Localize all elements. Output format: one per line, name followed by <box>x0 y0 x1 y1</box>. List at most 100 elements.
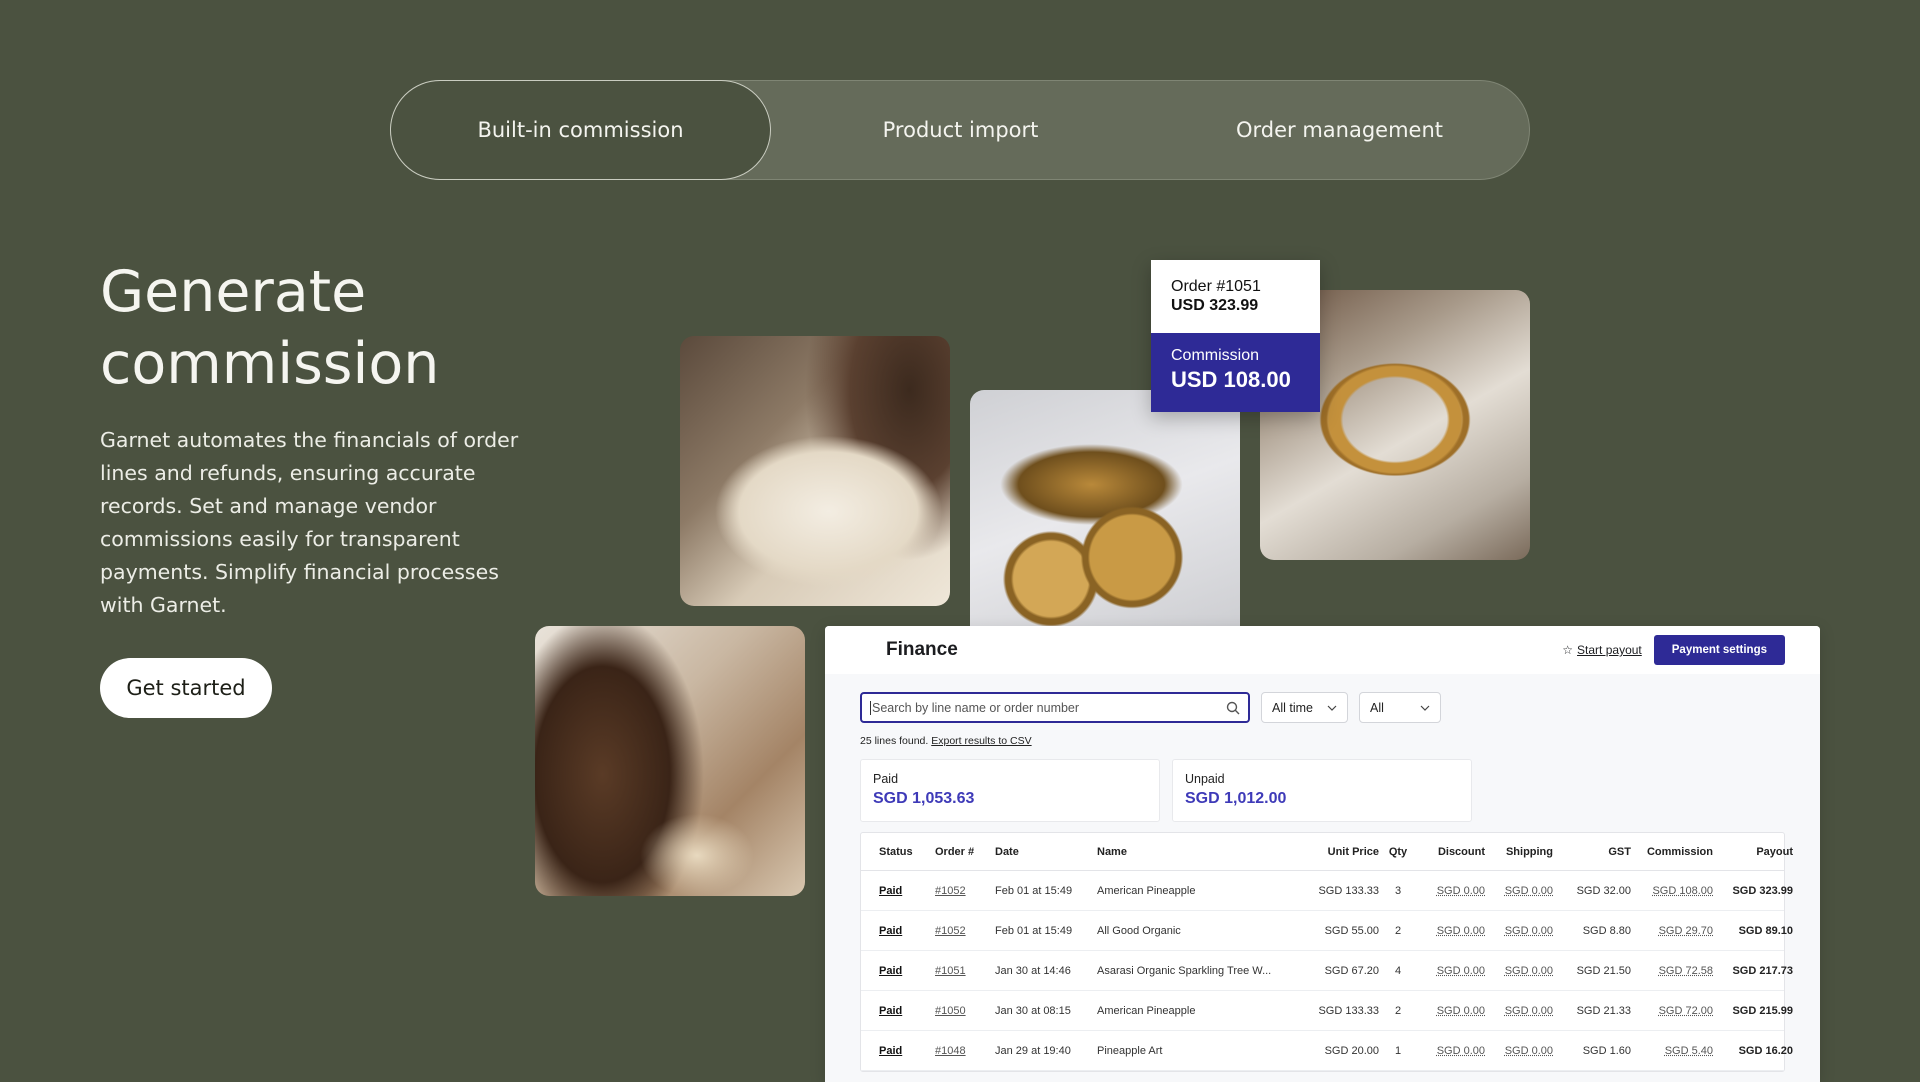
unit-price-cell: SGD 133.33 <box>1318 884 1379 897</box>
time-filter-value: All time <box>1272 700 1313 715</box>
shipping-cell: SGD 0.00 <box>1504 964 1553 977</box>
start-payout-button[interactable]: ☆ Start payout <box>1562 643 1641 657</box>
search-icon <box>1226 701 1240 714</box>
order-link[interactable]: #1050 <box>935 1005 995 1017</box>
finance-title: Finance <box>886 639 958 660</box>
tab-built-in-commission[interactable]: Built-in commission <box>390 80 771 180</box>
status-link[interactable]: Paid <box>879 965 935 977</box>
discount-cell: SGD 0.00 <box>1436 964 1485 977</box>
order-link[interactable]: #1051 <box>935 965 995 977</box>
feature-tabs: Built-in commission Product import Order… <box>390 80 1530 180</box>
paid-label: Paid <box>873 772 899 786</box>
order-link[interactable]: #1048 <box>935 1045 995 1057</box>
hero-title: Generate commission <box>100 259 440 397</box>
start-payout-label: Start payout <box>1577 643 1642 657</box>
stat-cards: Paid SGD 1,053.63 Unpaid SGD 1,012.00 <box>860 759 1785 822</box>
discount-cell: SGD 0.00 <box>1436 1004 1485 1017</box>
discount-cell: SGD 0.00 <box>1436 884 1485 897</box>
order-link[interactable]: #1052 <box>935 925 995 937</box>
time-filter-select[interactable]: All time <box>1261 692 1348 723</box>
column-header-qty: Qty <box>1388 845 1408 858</box>
status-link[interactable]: Paid <box>879 1005 935 1017</box>
column-header-status: Status <box>879 845 913 858</box>
tab-product-import[interactable]: Product import <box>771 81 1150 179</box>
table-row[interactable]: Paid #1050 Jan 30 at 08:15 American Pine… <box>861 991 1793 1031</box>
page: Built-in commission Product import Order… <box>0 0 1920 1082</box>
gst-cell: SGD 8.80 <box>1582 924 1631 937</box>
column-header-date: Date <box>995 845 1019 858</box>
qty-cell: 3 <box>1394 884 1402 897</box>
payment-settings-button[interactable]: Payment settings <box>1653 635 1785 665</box>
commission-value: USD 108.00 <box>1171 367 1291 392</box>
unit-price-cell: SGD 55.00 <box>1324 924 1379 937</box>
name-cell: American Pineapple <box>1097 884 1196 897</box>
date-cell: Feb 01 at 15:49 <box>995 924 1073 937</box>
unpaid-stat-card: Unpaid SGD 1,012.00 <box>1172 759 1472 822</box>
finance-actions: ☆ Start payout Payment settings <box>1562 635 1785 665</box>
status-filter-select[interactable]: All <box>1359 692 1441 723</box>
payout-cell: SGD 217.73 <box>1732 964 1793 977</box>
search-input[interactable]: Search by line name or order number <box>860 692 1250 723</box>
gst-cell: SGD 1.60 <box>1582 1044 1631 1057</box>
star-icon: ☆ <box>1562 643 1574 657</box>
get-started-button[interactable]: Get started <box>100 658 272 718</box>
results-summary: 25 lines found. Export results to CSV <box>860 735 1785 747</box>
status-link[interactable]: Paid <box>879 925 935 937</box>
qty-cell: 2 <box>1394 924 1402 937</box>
paid-stat-card: Paid SGD 1,053.63 <box>860 759 1160 822</box>
results-count: 25 lines found. <box>860 735 929 747</box>
hero-description: Garnet automates the financials of order… <box>100 428 519 617</box>
order-commission-card: Order #1051 USD 323.99 Commission USD 10… <box>1151 260 1320 412</box>
column-header-order: Order # <box>935 845 975 858</box>
column-header-commission: Commission <box>1646 845 1713 858</box>
unpaid-label: Unpaid <box>1185 772 1225 786</box>
status-link[interactable]: Paid <box>879 1045 935 1057</box>
name-cell: Asarasi Organic Sparkling Tree W... <box>1097 964 1272 977</box>
commission-label: Commission <box>1171 347 1260 364</box>
table-row[interactable]: Paid #1052 Feb 01 at 15:49 American Pine… <box>861 871 1793 911</box>
date-cell: Jan 30 at 14:46 <box>995 964 1071 977</box>
shipping-cell: SGD 0.00 <box>1504 924 1553 937</box>
table-row[interactable]: Paid #1052 Feb 01 at 15:49 All Good Orga… <box>861 911 1793 951</box>
chevron-down-icon <box>1327 705 1337 711</box>
order-link[interactable]: #1052 <box>935 885 995 897</box>
order-summary: Order #1051 USD 323.99 <box>1151 260 1320 333</box>
date-cell: Jan 30 at 08:15 <box>995 1004 1071 1017</box>
order-total: USD 323.99 <box>1171 297 1259 314</box>
name-cell: Pineapple Art <box>1097 1044 1163 1057</box>
date-cell: Feb 01 at 15:49 <box>995 884 1073 897</box>
commission-cell: SGD 72.00 <box>1658 1004 1713 1017</box>
column-header-shipping: Shipping <box>1505 845 1553 858</box>
table-row[interactable]: Paid #1051 Jan 30 at 14:46 Asarasi Organ… <box>861 951 1793 991</box>
table-row[interactable]: Paid #1048 Jan 29 at 19:40 Pineapple Art… <box>861 1031 1793 1071</box>
payout-cell: SGD 89.10 <box>1738 924 1793 937</box>
commission-cell: SGD 5.40 <box>1664 1044 1713 1057</box>
shipping-cell: SGD 0.00 <box>1504 884 1553 897</box>
status-link[interactable]: Paid <box>879 885 935 897</box>
commission-cell: SGD 72.58 <box>1658 964 1713 977</box>
order-number: Order #1051 <box>1171 278 1261 295</box>
column-header-payout: Payout <box>1756 845 1793 858</box>
discount-cell: SGD 0.00 <box>1436 924 1485 937</box>
discount-cell: SGD 0.00 <box>1436 1044 1485 1057</box>
gst-cell: SGD 32.00 <box>1576 884 1631 897</box>
qty-cell: 4 <box>1394 964 1402 977</box>
chevron-down-icon <box>1420 705 1430 711</box>
qty-cell: 2 <box>1394 1004 1402 1017</box>
tab-order-management[interactable]: Order management <box>1150 81 1529 179</box>
finance-panel: Finance ☆ Start payout Payment settings … <box>825 626 1820 1082</box>
gst-cell: SGD 21.50 <box>1576 964 1631 977</box>
finance-header: Finance ☆ Start payout Payment settings <box>825 626 1820 674</box>
paid-value: SGD 1,053.63 <box>873 790 975 807</box>
gold-charm-bracelet-photo <box>970 390 1240 660</box>
shipping-cell: SGD 0.00 <box>1504 1044 1553 1057</box>
payout-cell: SGD 16.20 <box>1738 1044 1793 1057</box>
earring-photo <box>535 626 805 896</box>
unpaid-value: SGD 1,012.00 <box>1185 790 1287 807</box>
name-cell: All Good Organic <box>1097 924 1181 937</box>
export-csv-link[interactable]: Export results to CSV <box>931 735 1031 747</box>
status-filter-value: All <box>1370 700 1384 715</box>
gst-cell: SGD 21.33 <box>1576 1004 1631 1017</box>
unit-price-cell: SGD 20.00 <box>1324 1044 1379 1057</box>
payout-cell: SGD 215.99 <box>1732 1004 1793 1017</box>
